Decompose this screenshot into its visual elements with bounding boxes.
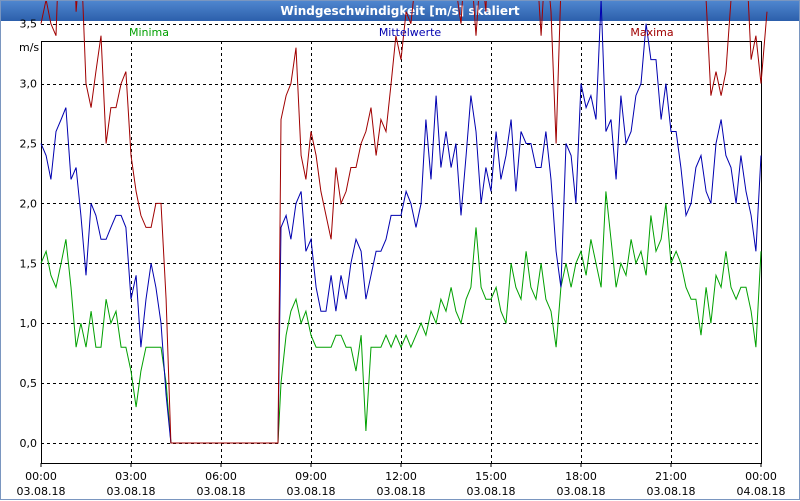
y-tick-label: 3,5 [20, 18, 38, 31]
x-tick-date: 03.08.18 [647, 485, 696, 498]
legend-minima: Minima [129, 26, 169, 39]
wind-speed-chart: 0,00,51,01,52,02,53,03,54,04,55,05,56,0 … [17, 1, 786, 498]
x-tick-date: 03.08.18 [17, 485, 66, 498]
y-tick-label: 3,0 [20, 78, 38, 91]
y-tick-label: 1,5 [20, 257, 38, 270]
y-tick-label: 2,5 [20, 138, 38, 151]
x-tick-date: 03.08.18 [377, 485, 426, 498]
x-tick-date: 03.08.18 [107, 485, 156, 498]
series-line-maxima [40, 1, 768, 444]
x-tick-time: 12:00 [385, 470, 417, 483]
x-tick-date: 03.08.18 [557, 485, 606, 498]
y-tick-label: 1,0 [20, 317, 38, 330]
x-tick-time: 21:00 [655, 470, 687, 483]
x-tick-time: 00:00 [25, 470, 57, 483]
x-tick-time: 18:00 [565, 470, 597, 483]
x-tick-time: 06:00 [205, 470, 237, 483]
x-tick-date: 03.08.18 [197, 485, 246, 498]
series-lines [40, 1, 768, 444]
legend-maxima: Maxima [630, 26, 673, 39]
y-axis-ticks: 0,00,51,01,52,02,53,03,54,04,55,05,56,0 [20, 18, 38, 450]
legend: Minima Mittelwerte Maxima [129, 26, 674, 39]
x-tick-date: 04.08.18 [737, 485, 786, 498]
x-tick-date: 03.08.18 [287, 485, 336, 498]
x-tick-time: 00:00 [745, 470, 777, 483]
y-axis-label: m/s [19, 41, 39, 54]
y-tick-label: 0,0 [20, 437, 38, 450]
x-axis-ticks: 00:00 03.08.18 03:00 03.08.18 06:00 03.08.18 0… [17, 463, 786, 498]
legend-mittelwerte: Mittelwerte [379, 26, 442, 39]
y-tick-label: 2,0 [20, 197, 38, 210]
x-tick-time: 03:00 [115, 470, 147, 483]
x-tick-date: 03.08.18 [467, 485, 516, 498]
x-tick-time: 15:00 [475, 470, 507, 483]
y-tick-label: 0,5 [20, 377, 38, 390]
x-tick-time: 09:00 [295, 470, 327, 483]
chart-window: Windgeschwindigkeit [m/s] skaliert 0,0 0,… [0, 0, 800, 500]
